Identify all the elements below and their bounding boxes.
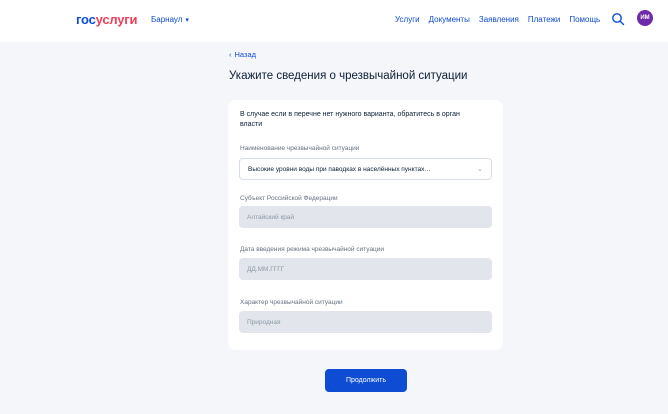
emergency-name-value: Высокие уровни воды при паводках в насел… xyxy=(248,165,431,173)
nav-item-payments[interactable]: Платежи xyxy=(528,15,560,24)
emergency-name-select[interactable]: Высокие уровни воды при паводках в насел… xyxy=(239,158,492,180)
chevron-down-icon: ⌄ xyxy=(477,166,483,173)
emergency-type-placeholder: Природная xyxy=(247,318,281,326)
logo-part-gos: гос xyxy=(76,12,96,27)
nav-item-documents[interactable]: Документы xyxy=(429,15,470,24)
gosuslugi-logo[interactable]: госуслуги xyxy=(76,12,138,27)
main-nav: Услуги Документы Заявления Платежи Помощ… xyxy=(395,15,600,24)
avatar-initials: ИМ xyxy=(640,15,650,21)
region-selector[interactable]: Барнаул ▾ xyxy=(151,15,189,24)
emergency-date-label: Дата введения режима чрезвычайной ситуац… xyxy=(240,246,385,253)
logo-part-uslugi: услуги xyxy=(95,12,138,27)
back-link[interactable]: ‹ Назад xyxy=(229,50,256,59)
emergency-type-label: Характер чрезвычайной ситуации xyxy=(240,299,343,306)
user-avatar[interactable]: ИМ xyxy=(637,10,653,26)
region-subject-field: Алтайский край xyxy=(239,206,492,228)
emergency-type-field: Природная xyxy=(239,311,492,333)
region-subject-placeholder: Алтайский край xyxy=(247,213,295,221)
emergency-date-placeholder: ДД.ММ.ГГГГ xyxy=(247,265,285,273)
continue-button[interactable]: Продолжить xyxy=(325,369,407,392)
nav-item-help[interactable]: Помощь xyxy=(569,15,600,24)
back-link-label: Назад xyxy=(234,50,257,59)
emergency-date-field: ДД.ММ.ГГГГ xyxy=(239,258,492,280)
top-header: госуслуги Барнаул ▾ Услуги Документы Зая… xyxy=(0,0,668,42)
region-subject-label: Субъект Российской Федерации xyxy=(240,195,338,202)
form-card: В случае если в перечне нет нужного вари… xyxy=(228,100,503,350)
nav-item-applications[interactable]: Заявления xyxy=(479,15,519,24)
nav-item-services[interactable]: Услуги xyxy=(395,15,420,24)
region-label: Барнаул xyxy=(151,15,183,24)
chevron-down-icon: ▾ xyxy=(185,16,189,24)
emergency-name-label: Наименование чрезвычайной ситуации xyxy=(240,145,360,152)
chevron-left-icon: ‹ xyxy=(229,50,232,59)
page-title: Укажите сведения о чрезвычайной ситуации xyxy=(229,70,468,82)
form-intro-text: В случае если в перечне нет нужного вари… xyxy=(240,111,460,128)
search-icon[interactable] xyxy=(611,12,625,26)
